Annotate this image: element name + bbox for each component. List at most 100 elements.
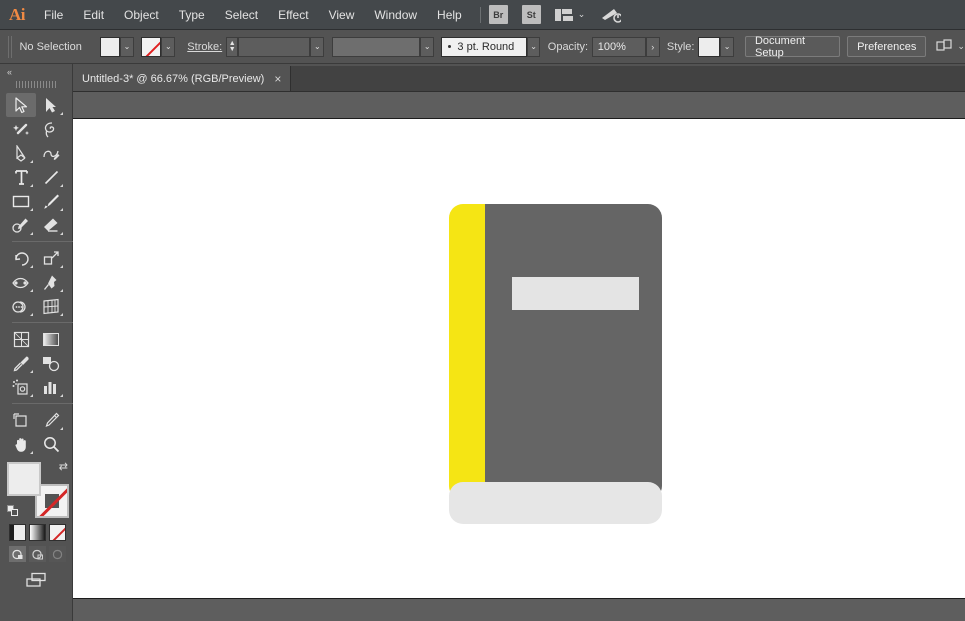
- fill-swatch-dropdown[interactable]: ⌄: [120, 36, 134, 57]
- stroke-weight-input[interactable]: [238, 36, 311, 57]
- graphic-style-dropdown[interactable]: ⌄: [720, 36, 735, 57]
- stroke-weight-label[interactable]: Stroke:: [187, 41, 222, 53]
- chevron-down-icon: ⌄: [957, 41, 965, 51]
- type-T-icon: [14, 169, 28, 185]
- column-graph-icon: [44, 381, 56, 394]
- rotate-tool[interactable]: [6, 246, 36, 270]
- horizontal-scrollbar[interactable]: [73, 598, 965, 621]
- direct-selection-tool[interactable]: [36, 93, 66, 117]
- opacity-input[interactable]: 100%: [591, 36, 646, 57]
- fill-color-swatch[interactable]: [7, 462, 41, 496]
- graphic-style-swatch[interactable]: [698, 36, 721, 57]
- width-icon: [12, 277, 29, 288]
- flyout-indicator: [60, 265, 63, 268]
- lasso-icon: [44, 121, 54, 137]
- full-screen-mode-button[interactable]: [49, 546, 66, 562]
- menu-item-help[interactable]: Help: [427, 0, 472, 30]
- paintbrush-tool[interactable]: [36, 189, 66, 213]
- book-cover-shape[interactable]: [485, 204, 662, 500]
- stroke-weight-stepper[interactable]: ▲ ▼: [226, 36, 239, 57]
- control-bar-grip[interactable]: [8, 35, 14, 58]
- width-tool[interactable]: [6, 270, 36, 294]
- pen-tool[interactable]: [6, 141, 36, 165]
- fill-stroke-controls: ⇄: [7, 460, 69, 518]
- rectangle-icon: [12, 195, 30, 207]
- zoom-tool[interactable]: [36, 432, 66, 456]
- stroke-weight-dropdown[interactable]: ⌄: [310, 36, 325, 57]
- book-label-shape[interactable]: [512, 277, 639, 310]
- preferences-button[interactable]: Preferences: [847, 36, 927, 57]
- artboard-canvas[interactable]: [73, 119, 965, 598]
- hand-tool[interactable]: [6, 432, 36, 456]
- magnifier-icon: [43, 436, 59, 452]
- tool-divider: [12, 241, 73, 242]
- menu-item-view[interactable]: View: [319, 0, 365, 30]
- book-spine-shape[interactable]: [449, 204, 485, 500]
- menu-item-file[interactable]: File: [34, 0, 73, 30]
- magic-wand-tool[interactable]: [6, 117, 36, 141]
- gradient-tool[interactable]: [36, 327, 66, 351]
- menu-item-window[interactable]: Window: [364, 0, 427, 30]
- search-adobe-stock-icon[interactable]: [601, 7, 622, 23]
- magic-wand-icon: [12, 123, 29, 135]
- flyout-indicator: [60, 232, 63, 235]
- flyout-indicator: [30, 313, 33, 316]
- free-transform-tool[interactable]: [36, 270, 66, 294]
- full-screen-menubar-mode-button[interactable]: [29, 546, 46, 562]
- opacity-expand-button[interactable]: ›: [645, 36, 660, 57]
- shaper-pencil-icon: [12, 218, 28, 233]
- brush-definition-dropdown[interactable]: ⌄: [526, 36, 541, 57]
- shape-builder-tool[interactable]: [6, 294, 36, 318]
- mesh-tool[interactable]: [6, 327, 36, 351]
- document-setup-button[interactable]: Document Setup: [744, 35, 840, 59]
- perspective-grid-tool[interactable]: [36, 294, 66, 318]
- menu-item-object[interactable]: Object: [114, 0, 169, 30]
- eraser-tool[interactable]: [36, 213, 66, 237]
- direct-selection-arrow-icon: [46, 97, 56, 112]
- lasso-tool[interactable]: [36, 117, 66, 141]
- brush-definition-input[interactable]: 3 pt. Round: [441, 36, 527, 57]
- tools-panel-grip[interactable]: [16, 79, 56, 90]
- fill-swatch[interactable]: [99, 36, 121, 57]
- stock-launch-icon[interactable]: St: [521, 5, 541, 24]
- curvature-tool[interactable]: [36, 141, 66, 165]
- rectangle-tool[interactable]: [6, 189, 36, 213]
- normal-screen-mode-button[interactable]: [9, 546, 26, 562]
- document-tab[interactable]: Untitled-3* @ 66.67% (RGB/Preview) ×: [73, 66, 292, 91]
- default-fill-stroke-icon[interactable]: [7, 505, 19, 517]
- opacity-label[interactable]: Opacity:: [548, 41, 588, 53]
- arrange-documents-icon[interactable]: ⌄: [936, 39, 965, 54]
- eyedropper-tool[interactable]: [6, 351, 36, 375]
- scale-tool[interactable]: [36, 246, 66, 270]
- slice-tool[interactable]: [36, 408, 66, 432]
- collapse-panel-button[interactable]: «: [0, 64, 72, 79]
- menu-item-select[interactable]: Select: [215, 0, 268, 30]
- menu-item-type[interactable]: Type: [169, 0, 215, 30]
- stroke-swatch-dropdown[interactable]: ⌄: [161, 36, 176, 57]
- book-pages-shape[interactable]: [449, 482, 662, 524]
- variable-width-profile-dropdown[interactable]: ⌄: [420, 36, 435, 57]
- none-mode-button[interactable]: [49, 524, 66, 541]
- symbol-sprayer-icon: [12, 379, 28, 395]
- style-label[interactable]: Style:: [667, 41, 695, 53]
- bridge-launch-icon[interactable]: Br: [488, 5, 508, 24]
- variable-width-profile-input[interactable]: [331, 36, 421, 57]
- flyout-indicator: [60, 394, 63, 397]
- menu-item-effect[interactable]: Effect: [268, 0, 318, 30]
- selection-tool[interactable]: [6, 93, 36, 117]
- swap-fill-stroke-icon[interactable]: ⇄: [59, 460, 68, 473]
- column-graph-tool[interactable]: [36, 375, 66, 399]
- book-illustration[interactable]: [449, 204, 662, 524]
- line-segment-tool[interactable]: [36, 165, 66, 189]
- artboard-tool[interactable]: [6, 408, 36, 432]
- blend-tool[interactable]: [36, 351, 66, 375]
- menu-item-edit[interactable]: Edit: [73, 0, 114, 30]
- stroke-swatch[interactable]: [141, 36, 162, 57]
- workspace-switcher-icon[interactable]: ⌄: [554, 8, 585, 21]
- shaper-pencil-tool[interactable]: [6, 213, 36, 237]
- color-mode-button[interactable]: [9, 524, 26, 541]
- type-tool[interactable]: [6, 165, 36, 189]
- symbol-sprayer-tool[interactable]: [6, 375, 36, 399]
- close-icon[interactable]: ×: [274, 73, 281, 85]
- gradient-mode-button[interactable]: [29, 524, 46, 541]
